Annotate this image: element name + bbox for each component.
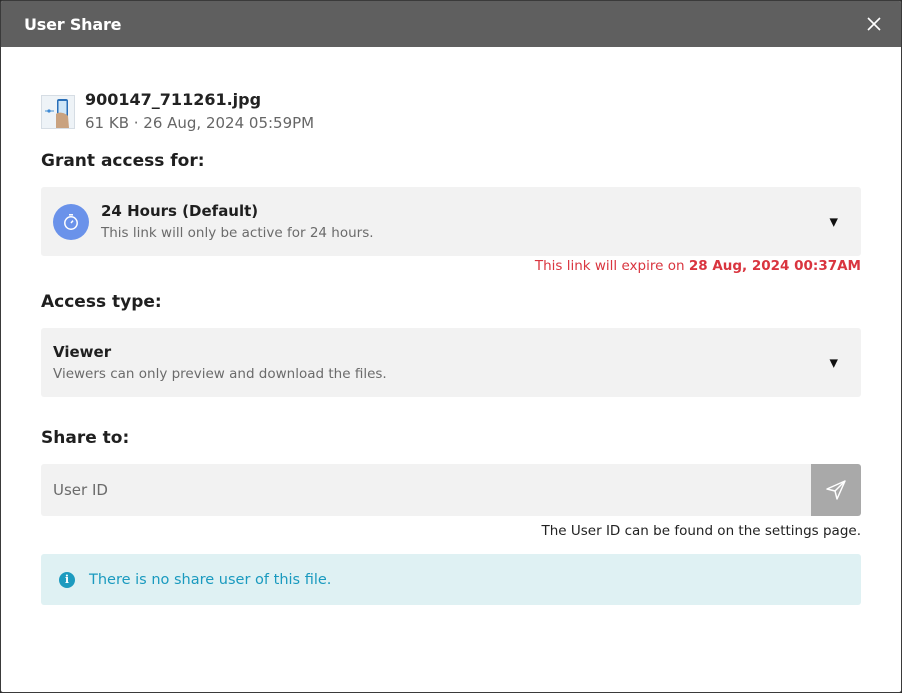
image-thumbnail-icon [42, 96, 74, 128]
grant-access-label: Grant access for: [41, 151, 205, 171]
expire-note: This link will expire on 28 Aug, 2024 00… [41, 257, 861, 275]
info-message: There is no share user of this file. [89, 571, 332, 588]
access-type-label: Access type: [41, 292, 162, 312]
expire-prefix: This link will expire on [534, 258, 685, 274]
access-option-description: Viewers can only preview and download th… [53, 365, 387, 382]
file-name: 900147_711261.jpg [85, 90, 262, 109]
send-icon [826, 480, 846, 500]
user-share-dialog: User Share 900147_711261.jpg 61 KB · 26 … [0, 0, 902, 693]
user-id-hint: The User ID can be found on the settings… [541, 523, 861, 539]
access-type-select[interactable]: Viewer Viewers can only preview and down… [41, 328, 861, 397]
file-thumbnail [41, 95, 75, 129]
chevron-down-icon: ▼ [829, 215, 838, 228]
access-option-title: Viewer [53, 342, 112, 361]
close-button[interactable] [863, 13, 885, 35]
chevron-down-icon: ▼ [829, 356, 838, 369]
close-icon [867, 17, 881, 31]
file-info: 61 KB · 26 Aug, 2024 05:59PM [85, 114, 315, 132]
send-button[interactable] [811, 464, 861, 516]
user-id-input[interactable] [41, 464, 811, 516]
timer-icon [53, 203, 89, 240]
share-users-info: i There is no share user of this file. [41, 554, 861, 605]
dialog-title: User Share [24, 14, 122, 34]
file-summary: 900147_711261.jpg 61 KB · 26 Aug, 2024 0… [41, 90, 861, 133]
share-to-label: Share to: [41, 428, 130, 448]
dialog-header: User Share [1, 1, 901, 47]
share-input-group [41, 464, 861, 516]
grant-option-description: This link will only be active for 24 hou… [101, 224, 374, 241]
grant-option-title: 24 Hours (Default) [101, 201, 259, 220]
grant-access-select[interactable]: 24 Hours (Default) This link will only b… [41, 187, 861, 256]
info-icon: i [59, 571, 75, 588]
dialog-body: 900147_711261.jpg 61 KB · 26 Aug, 2024 0… [1, 90, 901, 605]
expire-date: 28 Aug, 2024 00:37AM [688, 258, 861, 274]
